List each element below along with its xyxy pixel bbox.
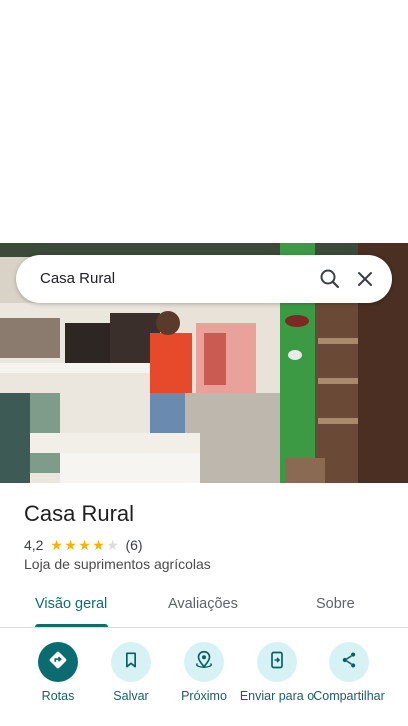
search-input[interactable]: Casa Rural xyxy=(40,270,115,287)
star-empty-icon: ★ xyxy=(106,537,119,553)
star-icon: ★ xyxy=(92,537,105,553)
action-bar: Rotas Salvar Próximo Enviar para o Compa… xyxy=(0,642,408,726)
send-to-phone-icon xyxy=(267,650,287,675)
directions-button[interactable]: Rotas xyxy=(20,642,96,703)
nearby-label: Próximo xyxy=(181,689,227,703)
star-icon: ★ xyxy=(50,537,63,553)
place-category: Loja de suprimentos agrícolas xyxy=(24,556,211,572)
tab-bar: Visão geral Avaliações Sobre xyxy=(0,584,408,628)
search-bar[interactable]: Casa Rural xyxy=(16,255,392,303)
nearby-icon xyxy=(193,649,215,676)
rating-value: 4,2 xyxy=(24,537,44,553)
share-label: Compartilhar xyxy=(313,689,385,703)
tab-overview[interactable]: Visão geral xyxy=(35,596,107,612)
send-to-phone-label: Enviar para o xyxy=(239,689,315,703)
share-button[interactable]: Compartilhar xyxy=(311,642,387,703)
active-tab-indicator xyxy=(35,624,108,627)
bookmark-icon xyxy=(121,650,141,675)
share-icon xyxy=(339,650,359,675)
star-icon: ★ xyxy=(64,537,77,553)
star-icon: ★ xyxy=(78,537,91,553)
place-title: Casa Rural xyxy=(24,501,135,526)
directions-label: Rotas xyxy=(41,689,75,703)
rating-stars: ★ ★ ★ ★ ★ xyxy=(49,538,119,552)
directions-icon xyxy=(47,649,69,676)
review-count[interactable]: (6) xyxy=(125,537,142,553)
rating-row[interactable]: 4,2 ★ ★ ★ ★ ★ (6) xyxy=(24,536,143,554)
nearby-button[interactable]: Próximo xyxy=(166,642,242,703)
search-icon[interactable] xyxy=(318,267,342,291)
close-icon[interactable] xyxy=(353,267,377,291)
save-button[interactable]: Salvar xyxy=(93,642,169,703)
save-label: Salvar xyxy=(113,689,149,703)
send-to-phone-button[interactable]: Enviar para o xyxy=(239,642,315,703)
tab-reviews[interactable]: Avaliações xyxy=(168,596,238,612)
tab-about[interactable]: Sobre xyxy=(316,596,355,612)
